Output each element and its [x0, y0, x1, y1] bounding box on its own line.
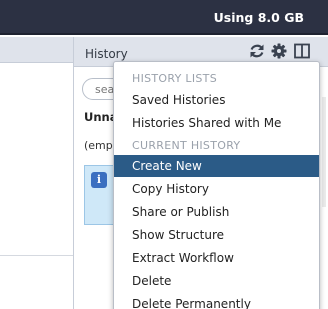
center-panel-footer: [0, 255, 73, 309]
history-empty-message: (emp: [84, 139, 113, 152]
menu-item-create-new[interactable]: Create New: [114, 155, 319, 177]
menu-item-saved-histories[interactable]: Saved Histories: [114, 89, 319, 111]
menu-item-extract-workflow[interactable]: Extract Workflow: [114, 247, 319, 269]
center-panel-body: [0, 63, 73, 255]
center-panel-header: [0, 37, 73, 63]
menu-header-current-history: CURRENT HISTORY: [132, 139, 241, 152]
history-options-menu: HISTORY LISTS Saved Histories Histories …: [113, 61, 320, 309]
refresh-icon[interactable]: [249, 43, 265, 59]
quota-usage[interactable]: Using 8.0 GB: [214, 10, 304, 25]
menu-item-delete-permanently[interactable]: Delete Permanently: [114, 293, 319, 309]
history-title: History: [85, 47, 128, 61]
masthead: Using 8.0 GB: [0, 0, 328, 35]
menu-item-histories-shared[interactable]: Histories Shared with Me: [114, 112, 319, 134]
info-icon: i: [91, 172, 107, 188]
menu-item-delete[interactable]: Delete: [114, 270, 319, 292]
menu-item-share-publish[interactable]: Share or Publish: [114, 201, 319, 223]
gear-icon[interactable]: [271, 43, 287, 59]
menu-header-history-lists: HISTORY LISTS: [132, 72, 217, 85]
menu-item-show-structure[interactable]: Show Structure: [114, 224, 319, 246]
menu-item-copy-history[interactable]: Copy History: [114, 178, 319, 200]
scrollbar[interactable]: [322, 97, 326, 207]
columns-icon[interactable]: [294, 43, 310, 59]
center-panel: [0, 37, 73, 309]
